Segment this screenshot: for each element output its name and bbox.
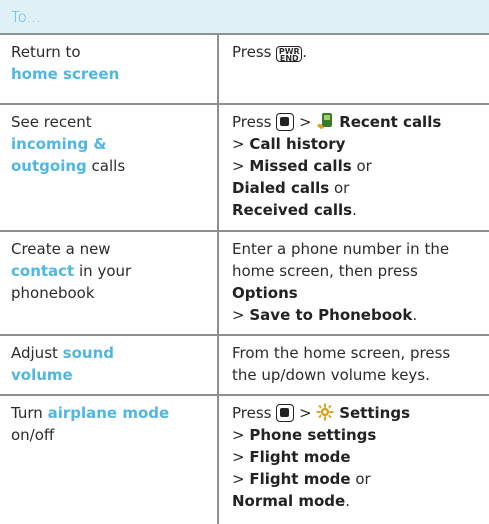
period: .	[302, 43, 308, 61]
action-keyword: airplane mode	[47, 404, 170, 422]
menu-key-icon	[276, 113, 295, 131]
menu-item-options: Options	[232, 284, 298, 302]
period: .	[352, 201, 357, 219]
menu-item-phone-settings: Phone settings	[249, 426, 377, 444]
table-row: Create a new contact in your phonebook E…	[0, 232, 489, 336]
action-text: calls	[91, 157, 126, 175]
menu-item-settings: Settings	[339, 404, 410, 422]
instruction-cell: Press > Settings > Phone settings > Flig…	[232, 402, 484, 512]
instruction-text: Press	[232, 404, 272, 422]
instruction-text: or	[355, 470, 371, 488]
action-cell: Create a new contact in your phonebook	[11, 238, 201, 304]
action-text: Turn	[11, 404, 43, 422]
separator: >	[232, 306, 245, 324]
action-keyword: outgoing	[11, 157, 87, 175]
table-row: Adjust sound volume From the home screen…	[0, 336, 489, 396]
end-key-icon: PWR END	[276, 46, 303, 63]
instruction-text: Press	[232, 43, 272, 61]
menu-item-normal-mode: Normal mode	[232, 492, 346, 510]
action-cell: Turn airplane mode on/off	[11, 402, 201, 446]
menu-item-call-history: Call history	[249, 135, 346, 153]
menu-item-dialed-calls: Dialed calls	[232, 179, 330, 197]
instruction-text: or	[334, 179, 350, 197]
period: .	[345, 492, 350, 510]
action-text: on/off	[11, 426, 55, 444]
action-keyword: incoming &	[11, 135, 107, 153]
menu-item-missed-calls: Missed calls	[249, 157, 352, 175]
table-row: Return to home screen Press PWR END.	[0, 35, 489, 105]
recent-calls-icon	[317, 113, 333, 129]
action-keyword: home screen	[11, 65, 120, 83]
separator: >	[299, 404, 312, 422]
instruction-text: the up/down volume keys.	[232, 366, 430, 384]
menu-key-icon	[276, 404, 295, 422]
separator: >	[299, 113, 312, 131]
separator: >	[232, 135, 245, 153]
instruction-cell: Enter a phone number in the home screen,…	[232, 238, 484, 326]
end-key-bottom-label: END	[279, 54, 299, 63]
period: .	[412, 306, 418, 324]
menu-item-received-calls: Received calls	[232, 201, 353, 219]
separator: >	[232, 448, 245, 466]
menu-item-flight-mode: Flight mode	[249, 448, 351, 466]
action-keyword: volume	[11, 366, 73, 384]
instruction-cell: Press PWR END.	[232, 41, 484, 63]
settings-gear-icon	[316, 403, 334, 421]
instruction-text: From the home screen, press	[232, 344, 451, 362]
instruction-text: Press	[232, 113, 272, 131]
header-title: To...	[11, 8, 41, 26]
action-text: Adjust	[11, 344, 58, 362]
menu-item-save-to-phonebook: Save to Phonebook	[249, 306, 413, 324]
separator: >	[232, 426, 245, 444]
action-cell: Return to home screen	[11, 41, 201, 85]
instruction-cell: From the home screen, press the up/down …	[232, 342, 484, 386]
table-row: See recent incoming & outgoing calls Pre…	[0, 105, 489, 232]
action-text: in your	[79, 262, 132, 280]
separator: >	[232, 470, 245, 488]
instruction-text: home screen, then press	[232, 262, 418, 280]
action-text: Return to	[11, 43, 81, 61]
menu-item-flight-mode-option: Flight mode	[249, 470, 351, 488]
table-row: Turn airplane mode on/off Press > Settin…	[0, 396, 489, 524]
instruction-text: or	[356, 157, 372, 175]
action-text: See recent	[11, 113, 92, 131]
instruction-cell: Press > Recent calls > Call history > Mi…	[232, 111, 484, 221]
separator: >	[232, 157, 245, 175]
action-text: phonebook	[11, 284, 95, 302]
action-cell: See recent incoming & outgoing calls	[11, 111, 201, 177]
action-cell: Adjust sound volume	[11, 342, 201, 386]
action-text: Create a new	[11, 240, 111, 258]
action-keyword: contact	[11, 262, 75, 280]
action-keyword: sound	[62, 344, 114, 362]
instruction-text: Enter a phone number in the	[232, 240, 450, 258]
table-header: To...	[0, 0, 489, 35]
menu-item-recent-calls: Recent calls	[339, 113, 442, 131]
